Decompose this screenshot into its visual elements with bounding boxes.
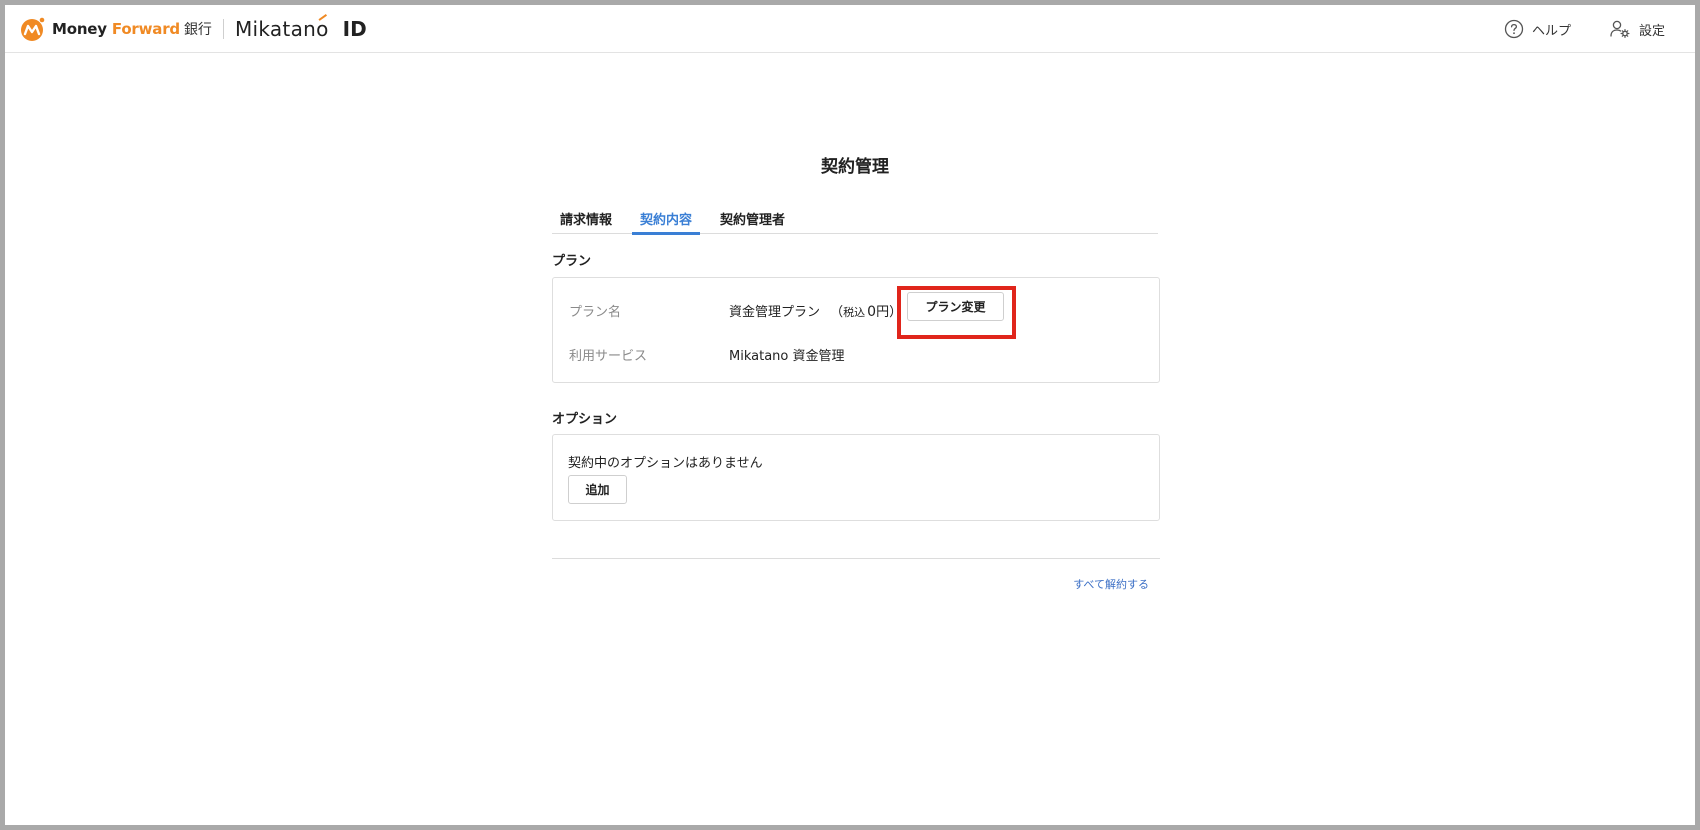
add-option-button[interactable]: 追加 [568, 475, 627, 504]
brand-forward: Forward [111, 19, 180, 38]
tab-contract-admin[interactable]: 契約管理者 [712, 202, 793, 234]
settings-label: 設定 [1638, 23, 1665, 39]
brand-money: Money [52, 19, 107, 38]
brand-divider [222, 18, 224, 39]
service-value: Mikatano 資金管理 [729, 349, 845, 364]
help-label: ヘルプ [1531, 23, 1571, 39]
help-circle-icon [1504, 19, 1524, 39]
plan-section-heading: プラン [552, 254, 592, 269]
option-section-heading: オプション [552, 412, 618, 427]
plan-card: プラン名 資金管理プラン （税込 0円） プラン変更 利用サービス Mikatan… [552, 277, 1160, 383]
price-tax-label: 税込 [843, 306, 866, 319]
brand-mikatano: Mikatano [234, 16, 329, 41]
page-title: 契約管理 [821, 157, 889, 177]
option-card: 契約中のオプションはありません 追加 [552, 434, 1160, 521]
user-settings-icon [1610, 20, 1630, 38]
contract-tabs: 請求情報 契約内容 契約管理者 [552, 202, 1158, 235]
top-header: Money Forward 銀行 Mikatano ID ヘルプ 設定 [5, 5, 1695, 53]
plan-name-label: プラン名 [569, 305, 622, 320]
bottom-divider [552, 558, 1160, 559]
price-amount: 0 [867, 304, 877, 320]
plan-name-text: 資金管理プラン [729, 305, 821, 320]
highlight-annotation [897, 286, 1016, 339]
tab-billing-info[interactable]: 請求情報 [552, 202, 620, 234]
cancel-all-link[interactable]: すべて解約する [1073, 576, 1149, 592]
tab-contract-details[interactable]: 契約内容 [632, 202, 701, 235]
header-actions: ヘルプ 設定 [1504, 5, 1665, 53]
help-link[interactable]: ヘルプ [1504, 19, 1571, 39]
service-label: 利用サービス [569, 349, 648, 364]
no-options-message: 契約中のオプションはありません [568, 456, 763, 471]
brand-bank: 銀行 [183, 21, 212, 38]
app-frame: Money Forward 銀行 Mikatano ID ヘルプ 設定 契約管理… [0, 0, 1700, 830]
money-forward-logo-icon [20, 16, 46, 42]
plan-name-value: 資金管理プラン （税込 0円） [729, 301, 902, 320]
brand-id: ID [342, 16, 367, 41]
price-open: （ [830, 305, 844, 320]
settings-link[interactable]: 設定 [1609, 19, 1665, 39]
